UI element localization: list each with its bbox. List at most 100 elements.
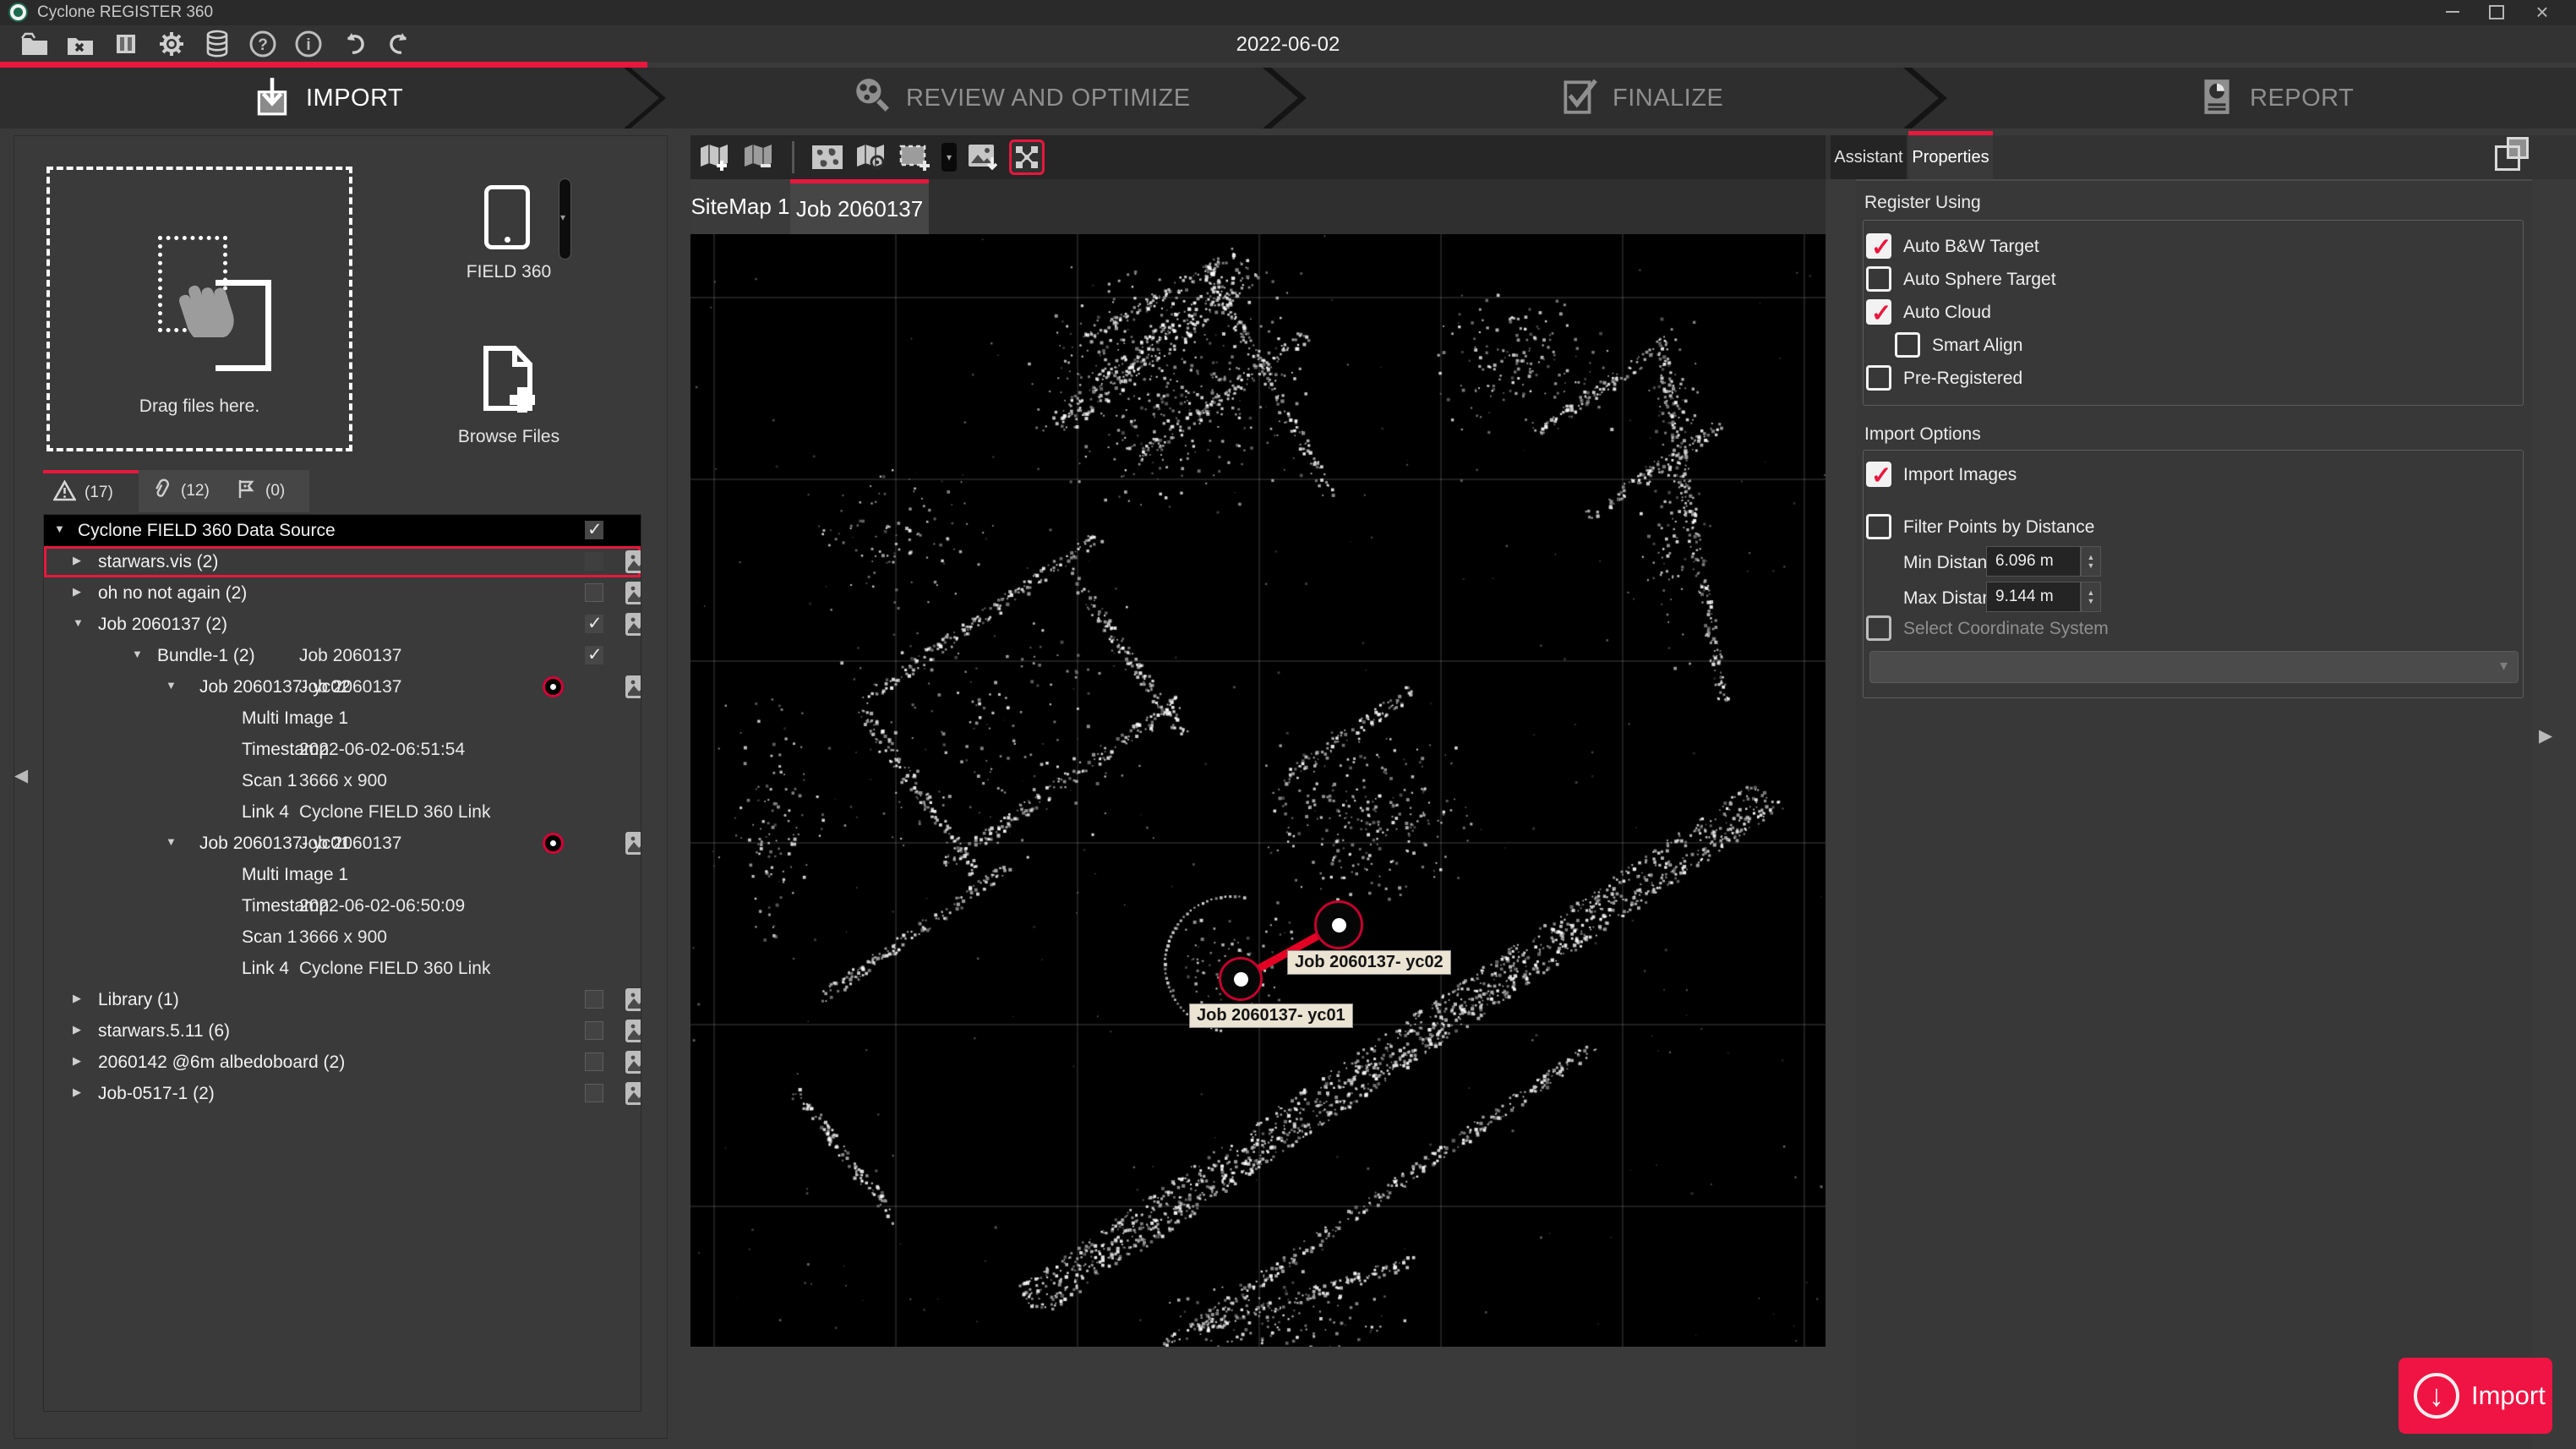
tree-caret-icon[interactable]: ▼ bbox=[132, 648, 143, 660]
max-distance-stepper[interactable]: ▲ ▼ bbox=[2081, 582, 2101, 612]
tree-row[interactable]: Multi Image 1 bbox=[44, 703, 641, 734]
tree-row-checkbox[interactable] bbox=[585, 1084, 603, 1102]
tab-job-2060137[interactable]: Job 2060137 bbox=[790, 179, 929, 234]
tree-row[interactable]: ▶ oh no not again (2) bbox=[44, 577, 641, 609]
tab-attachments[interactable]: (12) bbox=[139, 470, 223, 512]
tree-row-checkbox[interactable] bbox=[585, 583, 603, 602]
tree-caret-icon[interactable]: ▶ bbox=[73, 585, 81, 599]
sitemap-add-icon[interactable] bbox=[697, 139, 733, 175]
image-thumbnail-icon[interactable] bbox=[625, 550, 641, 573]
point-cloud-viewport[interactable]: Job 2060137- yc02 Job 2060137- yc01 bbox=[690, 234, 1826, 1347]
tab-properties[interactable]: Properties bbox=[1908, 131, 1993, 179]
image-thumbnail-icon[interactable] bbox=[625, 1020, 641, 1042]
tree-caret-icon[interactable]: ▶ bbox=[73, 1023, 81, 1036]
world-map-icon[interactable] bbox=[810, 139, 845, 175]
browse-files-icon[interactable] bbox=[479, 344, 538, 424]
tree-caret-icon[interactable]: ▶ bbox=[73, 992, 81, 1005]
detach-panel-icon[interactable] bbox=[2495, 137, 2529, 171]
tree-row[interactable]: ▶ starwars.5.11 (6) bbox=[44, 1015, 641, 1047]
tree-caret-icon[interactable]: ▼ bbox=[54, 522, 65, 535]
tree-row[interactable]: ▼ Job 2060137- yc01 Job 2060137 bbox=[44, 828, 641, 859]
auto-cloud-checkbox[interactable] bbox=[1866, 298, 1891, 328]
filter-points-checkbox[interactable] bbox=[1866, 514, 1891, 539]
tree-row-checkbox[interactable] bbox=[585, 1021, 603, 1040]
link-visibility-icon[interactable] bbox=[1009, 139, 1045, 175]
import-download-icon bbox=[252, 76, 292, 121]
step-import[interactable]: IMPORT bbox=[0, 68, 659, 128]
scan-marker-yc01[interactable] bbox=[1219, 957, 1263, 1001]
auto-sphere-target-checkbox[interactable] bbox=[1866, 266, 1891, 292]
tree-caret-icon[interactable]: ▼ bbox=[73, 616, 84, 629]
import-images-checkbox[interactable] bbox=[1866, 461, 1891, 490]
tree-caret-icon[interactable]: ▼ bbox=[166, 835, 177, 848]
step-finalize[interactable]: FINALIZE bbox=[1271, 68, 1939, 128]
tree-row[interactable]: Link 4 Cyclone FIELD 360 Link bbox=[44, 796, 641, 828]
tree-row[interactable]: Timestamp 2022-06-02-06:50:09 bbox=[44, 890, 641, 921]
tree-row[interactable]: ▼ Job 2060137 (2) bbox=[44, 609, 641, 640]
field360-device-icon[interactable] bbox=[484, 185, 530, 249]
tree-caret-icon[interactable]: ▼ bbox=[166, 679, 177, 692]
min-distance-input[interactable]: 6.096 m bbox=[1986, 546, 2081, 577]
select-coordinate-system-checkbox[interactable] bbox=[1866, 615, 1891, 641]
tree-row[interactable]: ▼ Job 2060137- yc02 Job 2060137 bbox=[44, 671, 641, 703]
sitemap-remove-icon[interactable] bbox=[741, 139, 777, 175]
coordinate-system-dropdown[interactable] bbox=[1869, 651, 2519, 683]
min-distance-stepper[interactable]: ▲ ▼ bbox=[2081, 546, 2101, 577]
smart-align-checkbox[interactable] bbox=[1895, 332, 1920, 358]
tree-row[interactable]: Multi Image 1 bbox=[44, 859, 641, 890]
tree-row[interactable]: ▼ Bundle-1 (2) Job 2060137 bbox=[44, 640, 641, 671]
cyclone-register-360-window: Cyclone REGISTER 360 × ? i 2022-06-02 IM… bbox=[0, 0, 2576, 1449]
image-thumbnail-icon[interactable] bbox=[625, 1051, 641, 1074]
tree-row-checkbox[interactable] bbox=[585, 644, 603, 665]
tree-row[interactable]: ▼ Cyclone FIELD 360 Data Source bbox=[44, 515, 641, 546]
collapse-left-panel-arrow[interactable]: ◀ bbox=[14, 765, 28, 786]
tab-attachments-count: (12) bbox=[181, 482, 210, 500]
browse-files-label[interactable]: Browse Files bbox=[433, 427, 585, 447]
tree-row[interactable]: Link 4 Cyclone FIELD 360 Link bbox=[44, 953, 641, 984]
step-review-and-optimize[interactable]: REVIEW AND OPTIMIZE bbox=[630, 68, 1298, 128]
image-thumbnail-icon[interactable] bbox=[625, 613, 641, 636]
tree-caret-icon[interactable]: ▶ bbox=[73, 1054, 81, 1068]
tree-row-checkbox[interactable] bbox=[585, 613, 603, 634]
tree-row[interactable]: Timestamp 2022-06-02-06:51:54 bbox=[44, 734, 641, 765]
tree-row[interactable]: Scan 1 3666 x 900 bbox=[44, 921, 641, 953]
tree-row[interactable]: ▶ 2060142 @6m albedoboard (2) bbox=[44, 1047, 641, 1078]
image-download-icon[interactable] bbox=[965, 139, 1001, 175]
image-thumbnail-icon[interactable] bbox=[625, 988, 641, 1011]
image-thumbnail-icon[interactable] bbox=[625, 582, 641, 604]
maximize-button[interactable] bbox=[2478, 0, 2515, 24]
tab-issues[interactable]: (17) bbox=[43, 470, 139, 512]
drop-zone[interactable]: Drag files here. bbox=[46, 167, 352, 451]
main-toolbar: ? i 2022-06-02 bbox=[0, 25, 2576, 63]
tree-row[interactable]: ▶ starwars.vis (2) bbox=[44, 546, 641, 577]
tab-sitemap-1[interactable]: SiteMap 1 bbox=[690, 179, 790, 234]
tree-row[interactable]: ▶ Job-0517-1 (2) bbox=[44, 1078, 641, 1109]
tree-row-checkbox[interactable] bbox=[585, 990, 603, 1009]
close-button[interactable]: × bbox=[2524, 0, 2561, 24]
tree-row-checkbox[interactable] bbox=[585, 1053, 603, 1071]
tool-dropdown-icon[interactable]: ▾ bbox=[941, 143, 957, 172]
import-button-label: Import bbox=[2471, 1381, 2546, 1410]
step-report[interactable]: REPORT bbox=[1912, 68, 2576, 128]
minimize-button[interactable] bbox=[2434, 0, 2471, 24]
tree-row-checkbox[interactable] bbox=[585, 552, 603, 571]
tree-row-checkbox[interactable] bbox=[585, 519, 603, 540]
scan-marker-yc02[interactable] bbox=[1314, 900, 1363, 949]
auto-bw-target-checkbox[interactable] bbox=[1866, 232, 1891, 262]
image-thumbnail-icon[interactable] bbox=[625, 675, 641, 698]
import-button[interactable]: ↓ Import bbox=[2399, 1358, 2552, 1434]
tab-bundles[interactable]: (0) bbox=[223, 470, 304, 512]
tree-row[interactable]: ▶ Library (1) bbox=[44, 984, 641, 1015]
expand-right-panel-arrow[interactable]: ▶ bbox=[2539, 725, 2552, 746]
tree-caret-icon[interactable]: ▶ bbox=[73, 1085, 81, 1099]
tree-caret-icon[interactable]: ▶ bbox=[73, 554, 81, 567]
max-distance-input[interactable]: 9.144 m bbox=[1986, 582, 2081, 612]
tree-row[interactable]: Scan 1 3666 x 900 bbox=[44, 765, 641, 796]
pre-registered-checkbox[interactable] bbox=[1866, 365, 1891, 391]
select-area-add-icon[interactable] bbox=[898, 139, 933, 175]
tab-assistant[interactable]: Assistant bbox=[1831, 135, 1907, 179]
field360-slider[interactable] bbox=[559, 178, 571, 260]
image-thumbnail-icon[interactable] bbox=[625, 1082, 641, 1105]
image-thumbnail-icon[interactable] bbox=[625, 832, 641, 855]
sitemap-location-icon[interactable] bbox=[854, 139, 889, 175]
